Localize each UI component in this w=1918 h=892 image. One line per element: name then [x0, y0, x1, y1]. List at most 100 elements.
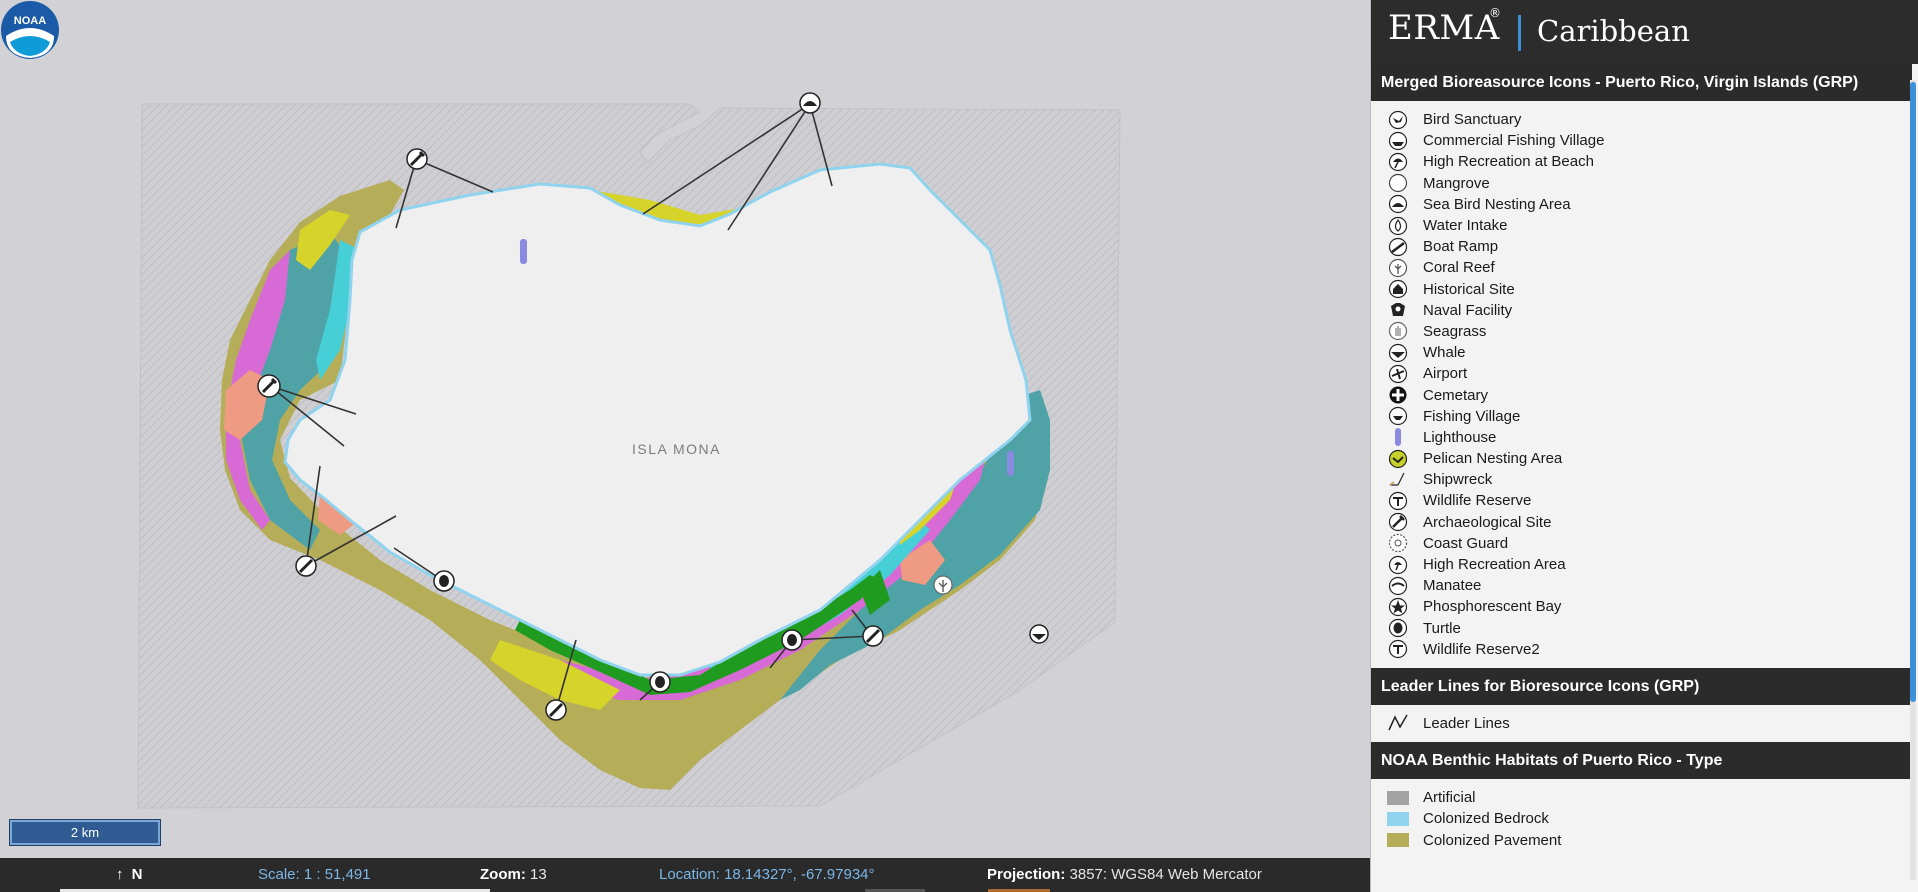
bioresource-legend-item[interactable]: Wildlife Reserve [1387, 490, 1918, 511]
wildlife-icon [1387, 639, 1409, 659]
bioresource-legend-item-label: Water Intake [1423, 217, 1508, 235]
section-leader-lines[interactable]: Leader Lines for Bioresource Icons (GRP) [1371, 667, 1912, 705]
water-drop-icon [1387, 216, 1409, 236]
map-icon-turtle-1[interactable] [433, 570, 455, 592]
bioresource-legend-item[interactable]: Phosphorescent Bay [1387, 596, 1918, 617]
bioresource-legend-item-label: Whale [1423, 344, 1466, 362]
bioresource-legend-item[interactable]: Sea Bird Nesting Area [1387, 194, 1918, 215]
bioresource-legend-item[interactable]: High Recreation at Beach [1387, 151, 1918, 172]
bioresource-legend-item-label: Fishing Village [1423, 407, 1521, 425]
bioresource-legend-item[interactable]: Mangrove [1387, 173, 1918, 194]
bioresource-legend-item[interactable]: Whale [1387, 342, 1918, 363]
bioresource-legend-item[interactable]: Commercial Fishing Village [1387, 130, 1918, 151]
lighthouse-icon [1387, 427, 1409, 447]
scale-label: Scale: [258, 866, 300, 883]
map-icon-turtle-3[interactable] [781, 629, 803, 651]
section-benthic-habitats[interactable]: NOAA Benthic Habitats of Puerto Rico - T… [1371, 742, 1912, 780]
noaa-logo-text: NOAA [14, 15, 46, 27]
bioresource-legend-item[interactable]: Historical Site [1387, 279, 1918, 300]
bioresource-legend-item-label: Manatee [1423, 577, 1482, 595]
bioresource-legend-item-label: Coast Guard [1423, 534, 1509, 552]
map-icon-lighthouse-1[interactable] [520, 239, 527, 264]
benthic-legend-item[interactable]: Artificial [1387, 787, 1918, 808]
bioresource-legend-item[interactable]: Boat Ramp [1387, 236, 1918, 257]
projection-label: Projection: [987, 866, 1066, 883]
star-icon [1387, 597, 1409, 617]
zoom-value: 13 [530, 866, 547, 883]
leader-line-icon [1387, 713, 1409, 733]
bioresource-legend-item[interactable]: High Recreation Area [1387, 554, 1918, 575]
map-icon-turtle-2[interactable] [649, 671, 671, 693]
beach-umbrella-icon [1387, 152, 1409, 172]
bioresource-legend-item-label: Phosphorescent Bay [1423, 598, 1562, 616]
map-icon-archaeology-3[interactable] [295, 555, 317, 577]
house-icon [1387, 279, 1409, 299]
bioresource-legend-item[interactable]: Wildlife Reserve2 [1387, 639, 1918, 660]
region-title: Caribbean [1537, 14, 1690, 48]
nest-icon [1387, 194, 1409, 214]
bioresource-legend-item[interactable]: Manatee [1387, 575, 1918, 596]
bioresource-legend-item-label: Historical Site [1423, 280, 1515, 298]
color-swatch [1387, 809, 1409, 829]
brand-logo: ERMA [1388, 8, 1500, 48]
leader-lines-legend: Leader Lines [1371, 705, 1918, 742]
bioresource-legend-item[interactable]: Turtle [1387, 618, 1918, 639]
bioresource-legend-item[interactable]: Cemetary [1387, 384, 1918, 405]
swatch-fill [1387, 833, 1409, 848]
scale-readout[interactable]: Scale: 1 : 51,491 [258, 866, 371, 883]
bioresource-legend-item[interactable]: Seagrass [1387, 321, 1918, 342]
benthic-legend-item[interactable]: Colonized Bedrock [1387, 808, 1918, 829]
bioresource-legend-item-label: Commercial Fishing Village [1423, 132, 1605, 150]
whale-icon [1387, 343, 1409, 363]
recreation-icon [1387, 555, 1409, 575]
bioresource-legend-item-label: Bird Sanctuary [1423, 111, 1522, 129]
bioresource-legend-item-label: Boat Ramp [1423, 238, 1499, 256]
panel-header: ERMA ® Caribbean [1371, 0, 1918, 64]
bioresource-legend-item[interactable]: Shipwreck [1387, 469, 1918, 490]
boat-icon [1387, 131, 1409, 151]
map-canvas[interactable]: ISLA MONA NOAA 2 km [0, 0, 1370, 858]
map-icon-whale[interactable] [1029, 624, 1049, 644]
coast-guard-icon [1387, 533, 1409, 553]
map-icon-coral-reef[interactable] [933, 575, 953, 595]
map-icon-seabird-nesting[interactable] [799, 92, 821, 114]
bioresource-legend-item-label: Wildlife Reserve [1423, 492, 1532, 510]
bioresource-legend-item-label: Archaeological Site [1423, 513, 1552, 531]
map-svg[interactable] [0, 0, 1370, 858]
bioresource-legend-item-label: High Recreation at Beach [1423, 153, 1594, 171]
registered-mark: ® [1489, 6, 1501, 20]
map-icon-archaeology-2[interactable] [257, 374, 281, 398]
map-icon-archaeology-5[interactable] [862, 625, 884, 647]
bioresource-legend-item[interactable]: Airport [1387, 363, 1918, 384]
bioresource-legend-item[interactable]: Coast Guard [1387, 533, 1918, 554]
map-icon-archaeology-4[interactable] [545, 699, 567, 721]
bioresource-legend-item[interactable]: Archaeological Site [1387, 512, 1918, 533]
panel-scrollbar-thumb[interactable] [1910, 82, 1916, 702]
benthic-legend-item[interactable]: Colonized Pavement [1387, 829, 1918, 850]
bioresource-legend-item[interactable]: Fishing Village [1387, 406, 1918, 427]
bioresource-legend-item-label: Seagrass [1423, 322, 1487, 340]
north-indicator[interactable]: ↑ N [116, 866, 143, 883]
mangrove-icon [1387, 173, 1409, 193]
bioresource-legend: Bird Sanctuary Commercial Fishing Village… [1371, 101, 1918, 668]
bioresource-legend-item[interactable]: Lighthouse [1387, 427, 1918, 448]
turtle-icon [1387, 618, 1409, 638]
leader-legend-item[interactable]: Leader Lines [1387, 713, 1918, 734]
benthic-legend-item-label: Colonized Bedrock [1423, 810, 1549, 828]
leader-legend-item-label: Leader Lines [1423, 714, 1510, 732]
map-icon-archaeology-1[interactable] [406, 148, 428, 170]
bioresource-legend-item[interactable]: Water Intake [1387, 215, 1918, 236]
boat-ramp-icon [1387, 237, 1409, 257]
status-bar: ↑ N Scale: 1 : 51,491 Zoom: 13 Location:… [0, 858, 1370, 892]
naval-icon [1387, 300, 1409, 320]
bioresource-legend-item-label: Airport [1423, 365, 1468, 383]
map-icon-lighthouse-2[interactable] [1007, 451, 1014, 476]
bioresource-legend-item[interactable]: Pelican Nesting Area [1387, 448, 1918, 469]
benthic-legend-item-label: Colonized Pavement [1423, 831, 1562, 849]
section-bioresource-icons[interactable]: Merged Bioreasource Icons - Puerto Rico,… [1371, 64, 1912, 101]
swatch-fill [1387, 811, 1409, 826]
bioresource-legend-item[interactable]: Coral Reef [1387, 257, 1918, 278]
bioresource-legend-item[interactable]: Bird Sanctuary [1387, 109, 1918, 130]
location-readout[interactable]: Location: 18.14327°, -67.97934° [659, 866, 875, 883]
bioresource-legend-item[interactable]: Naval Facility [1387, 300, 1918, 321]
